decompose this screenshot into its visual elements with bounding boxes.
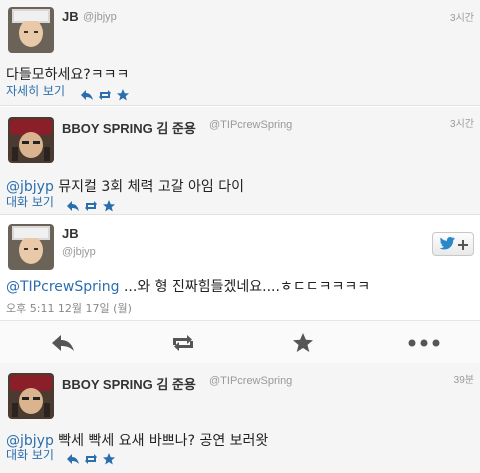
tweet-mini-actions bbox=[66, 197, 116, 212]
reply-icon[interactable] bbox=[80, 86, 94, 100]
mention-link[interactable]: @TIPcrewSpring bbox=[6, 279, 120, 295]
avatar[interactable] bbox=[8, 117, 54, 163]
retweet-icon[interactable] bbox=[84, 450, 98, 464]
twitter-bird-icon bbox=[438, 235, 456, 254]
view-conversation-link[interactable]: 대화 보기 bbox=[6, 193, 54, 210]
favorite-star-icon[interactable] bbox=[102, 197, 116, 212]
retweet-icon[interactable] bbox=[98, 86, 112, 100]
tweet-item[interactable]: BBOY SPRING 김 준용 @TIPcrewSpring 39분 @jbj… bbox=[0, 363, 480, 473]
favorite-star-icon[interactable] bbox=[116, 86, 130, 101]
reply-icon[interactable] bbox=[66, 450, 80, 464]
view-conversation-link[interactable]: 대화 보기 bbox=[6, 446, 54, 463]
author-handle[interactable]: @jbjyp bbox=[83, 11, 117, 23]
tweet-mini-actions bbox=[80, 86, 130, 101]
tweet-timestamp[interactable]: 39분 bbox=[454, 371, 474, 386]
more-icon[interactable] bbox=[408, 331, 440, 355]
tweet-body: ...와 형 진짜힘들겠네요....ㅎㄷㄷㅋㅋㅋㅋ bbox=[119, 279, 371, 295]
tweet-expanded[interactable]: JB @jbjyp @TIPcrewSpring ...와 형 진짜힘들겠네요.… bbox=[0, 216, 480, 363]
author-name[interactable]: JB bbox=[62, 9, 79, 24]
tweet-body: 뮤지컬 3회 체력 고갈 아임 다이 bbox=[53, 179, 245, 195]
tweet-body: 빡세 빡세 요새 바쁘나? 공연 보러왓 bbox=[53, 433, 269, 449]
tweet-text: @TIPcrewSpring ...와 형 진짜힘들겠네요....ㅎㄷㄷㅋㅋㅋㅋ bbox=[6, 276, 370, 296]
expand-link[interactable]: 자세히 보기 bbox=[6, 82, 65, 99]
avatar[interactable] bbox=[8, 224, 54, 270]
author-handle[interactable]: @TIPcrewSpring bbox=[209, 375, 292, 387]
reply-icon[interactable] bbox=[66, 197, 80, 211]
author-name[interactable]: BBOY SPRING 김 준용 bbox=[62, 374, 196, 393]
retweet-icon[interactable] bbox=[84, 197, 98, 211]
tweet-timestamp[interactable]: 3시간 bbox=[450, 115, 474, 130]
avatar[interactable] bbox=[8, 373, 54, 419]
author-handle[interactable]: @jbjyp bbox=[62, 246, 96, 258]
author-handle[interactable]: @TIPcrewSpring bbox=[209, 119, 292, 131]
tweet-text: 다들모하세요?ㅋㅋㅋ bbox=[6, 67, 130, 83]
tweet-item[interactable]: BBOY SPRING 김 준용 @TIPcrewSpring 3시간 @jbj… bbox=[0, 107, 480, 215]
follow-button[interactable] bbox=[432, 232, 474, 256]
tweet-timestamp[interactable]: 3시간 bbox=[450, 9, 474, 24]
favorite-star-icon[interactable] bbox=[102, 450, 116, 465]
avatar[interactable] bbox=[8, 7, 54, 53]
author-name[interactable]: BBOY SPRING 김 준용 bbox=[62, 118, 196, 137]
plus-icon bbox=[458, 235, 468, 254]
author-name[interactable]: JB bbox=[62, 226, 79, 241]
reply-icon[interactable] bbox=[48, 331, 78, 355]
favorite-star-icon[interactable] bbox=[288, 331, 318, 355]
tweet-action-bar bbox=[0, 320, 480, 363]
tweet-item[interactable]: JB @jbjyp 3시간 다들모하세요?ㅋㅋㅋ 자세히 보기 bbox=[0, 0, 480, 106]
retweet-icon[interactable] bbox=[168, 331, 198, 355]
tweet-mini-actions bbox=[66, 450, 116, 465]
tweet-date: 오후 5:11 12월 17일 (월) bbox=[6, 302, 132, 315]
